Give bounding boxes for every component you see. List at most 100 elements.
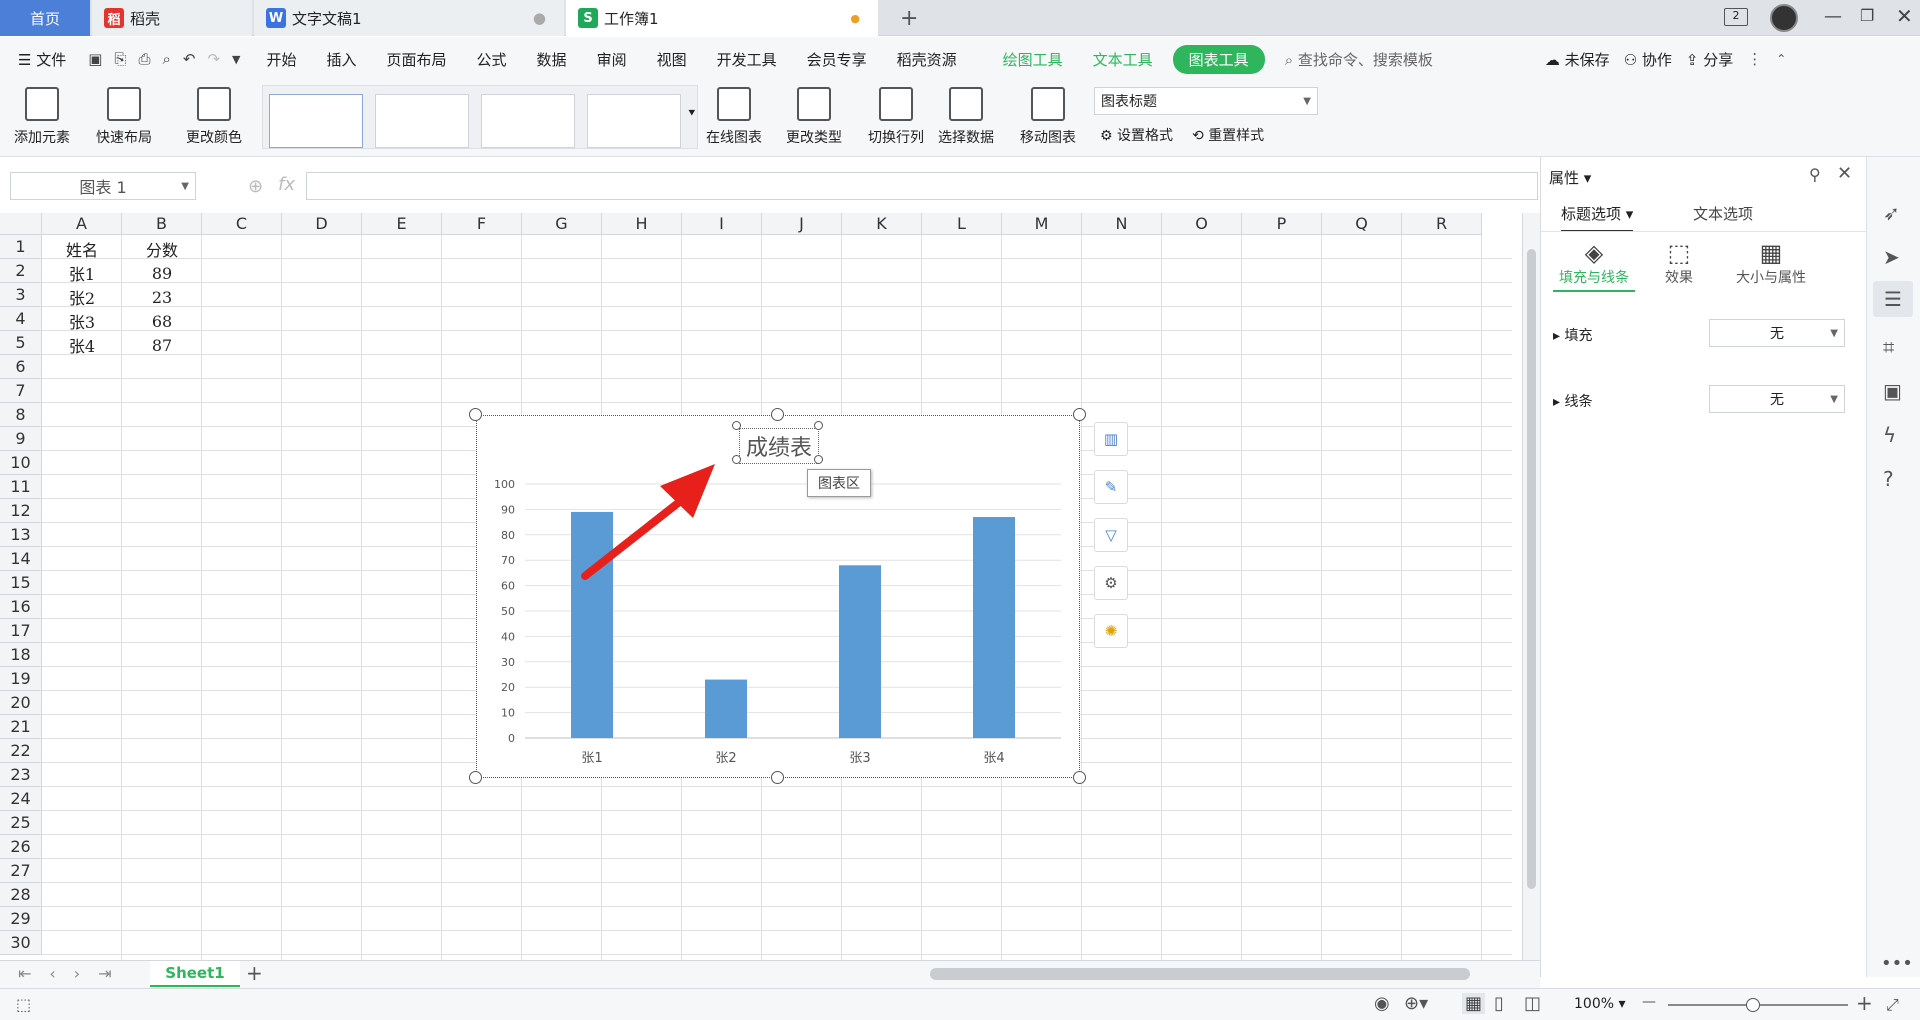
crop-icon[interactable]: ⌗ (1883, 335, 1894, 359)
eye-protect-icon[interactable]: ◉ (1374, 993, 1390, 1014)
cursor-icon[interactable]: ➤ (1883, 245, 1900, 269)
cell-b4[interactable]: 68 (122, 309, 202, 333)
row-header-16[interactable]: 16 (0, 595, 42, 619)
tab-title-options[interactable]: 标题选项 ▾ (1561, 203, 1634, 232)
panel-title[interactable]: 属性 ▾ (1549, 167, 1591, 188)
rocket-icon[interactable]: ➶ (1883, 201, 1900, 225)
row-header-27[interactable]: 27 (0, 859, 42, 883)
macro-icon[interactable]: ⬚ (16, 995, 31, 1014)
avatar[interactable] (1770, 4, 1798, 32)
cell-a4[interactable]: 张3 (42, 309, 122, 333)
cell-b2[interactable]: 89 (122, 261, 202, 285)
size-props-tab[interactable]: ▦ 大小与属性 (1721, 239, 1821, 287)
row-header-20[interactable]: 20 (0, 691, 42, 715)
formula-input[interactable] (306, 172, 1538, 200)
properties-sliders-icon[interactable]: ☰ (1873, 281, 1913, 317)
chart-handle-bm[interactable] (771, 771, 784, 784)
fx-icon[interactable]: fx (278, 174, 295, 195)
menu-page-layout[interactable]: 页面布局 (387, 49, 447, 70)
row-header-28[interactable]: 28 (0, 883, 42, 907)
row-header-22[interactable]: 22 (0, 739, 42, 763)
column-header-l[interactable]: L (922, 213, 1002, 235)
row-header-9[interactable]: 9 (0, 427, 42, 451)
zoom-level[interactable]: 100% ▾ (1574, 996, 1626, 1012)
column-header-r[interactable]: R (1402, 213, 1482, 235)
cell-b5[interactable]: 87 (122, 333, 202, 357)
row-header-13[interactable]: 13 (0, 523, 42, 547)
select-data-button[interactable]: 选择数据 (938, 87, 994, 147)
menu-text-tools[interactable]: 文本工具 (1093, 49, 1153, 70)
export-icon[interactable]: ⎘ (114, 50, 126, 68)
row-header-2[interactable]: 2 (0, 259, 42, 283)
row-header-24[interactable]: 24 (0, 787, 42, 811)
menu-data[interactable]: 数据 (537, 49, 567, 70)
sheet-nav-icons[interactable]: ⇤‹›⇥ (18, 964, 130, 983)
row-header-25[interactable]: 25 (0, 811, 42, 835)
row-header-30[interactable]: 30 (0, 931, 42, 955)
column-header-i[interactable]: I (682, 213, 762, 235)
column-header-g[interactable]: G (522, 213, 602, 235)
collapse-ribbon-icon[interactable]: ⌃ (1776, 52, 1786, 66)
sheet-tab-sheet1[interactable]: Sheet1 (150, 961, 240, 987)
chart-style-1[interactable] (269, 94, 363, 148)
tab-close-icon[interactable]: ● (533, 9, 546, 27)
menu-member[interactable]: 会员专享 (807, 49, 867, 70)
chart-handle-br[interactable] (1073, 771, 1086, 784)
more-dots-icon[interactable]: ••• (1881, 953, 1913, 974)
preview-icon[interactable]: ⌕ (162, 50, 170, 68)
vertical-scroll-thumb[interactable] (1527, 249, 1536, 889)
row-header-10[interactable]: 10 (0, 451, 42, 475)
line-select[interactable]: 无 ▼ (1709, 385, 1845, 413)
column-header-a[interactable]: A (42, 213, 122, 235)
row-header-7[interactable]: 7 (0, 379, 42, 403)
chart-settings-gear-icon[interactable]: ⚙ (1094, 566, 1128, 600)
collab-button[interactable]: ⚇ 协作 (1624, 49, 1672, 70)
menu-daoke-resources[interactable]: 稻壳资源 (897, 49, 957, 70)
gallery-expand-icon[interactable]: ⯆ (687, 106, 697, 121)
row-header-15[interactable]: 15 (0, 571, 42, 595)
restore-icon[interactable]: ❐ (1860, 6, 1874, 25)
column-header-c[interactable]: C (202, 213, 282, 235)
cell-a2[interactable]: 张1 (42, 261, 122, 285)
help-icon[interactable]: ? (1883, 467, 1894, 491)
chart-elements-icon[interactable]: ▥ (1094, 422, 1128, 456)
chart-style-4[interactable] (587, 94, 681, 148)
tab-daoke[interactable]: 稻稻壳 (92, 0, 252, 36)
save-icon[interactable]: ▣ (88, 50, 102, 68)
zoom-in-button[interactable]: + (1856, 991, 1873, 1015)
pin-icon[interactable]: ⚲ (1809, 165, 1821, 184)
column-header-k[interactable]: K (842, 213, 922, 235)
menu-developer[interactable]: 开发工具 (717, 49, 777, 70)
row-header-29[interactable]: 29 (0, 907, 42, 931)
chart-area[interactable]: 0 10 20 30 40 50 60 70 80 90 100 张1 张2 张3 张4 成绩表 图表区 (476, 415, 1080, 778)
column-header-h[interactable]: H (602, 213, 682, 235)
page-break-view-icon[interactable]: ◫ (1524, 993, 1541, 1014)
cell-a1[interactable]: 姓名 (42, 237, 122, 261)
fill-line-tab[interactable]: ◈ 填充与线条 (1553, 239, 1635, 292)
column-header-b[interactable]: B (122, 213, 202, 235)
row-header-8[interactable]: 8 (0, 403, 42, 427)
undo-icon[interactable]: ↶ (183, 50, 196, 68)
zoom-slider-thumb[interactable] (1746, 998, 1760, 1012)
column-header-o[interactable]: O (1162, 213, 1242, 235)
select-all-corner[interactable] (0, 213, 42, 235)
fullscreen-icon[interactable]: ⤢ (1886, 995, 1899, 1015)
menu-insert[interactable]: 插入 (327, 49, 357, 70)
row-header-23[interactable]: 23 (0, 763, 42, 787)
tab-book[interactable]: S 工作簿1 ● (566, 0, 878, 36)
chart-handle-bl[interactable] (469, 771, 482, 784)
horizontal-scroll-thumb[interactable] (930, 968, 1470, 980)
row-header-4[interactable]: 4 (0, 307, 42, 331)
quick-layout-button[interactable]: 快速布局 (96, 87, 152, 147)
chart-style-brush-icon[interactable]: ✎ (1094, 470, 1128, 504)
column-header-p[interactable]: P (1242, 213, 1322, 235)
window-count-icon[interactable]: 2 (1724, 8, 1748, 26)
column-header-f[interactable]: F (442, 213, 522, 235)
cell-b3[interactable]: 23 (122, 285, 202, 309)
name-box[interactable]: 图表 1 ▼ (10, 172, 196, 200)
row-header-21[interactable]: 21 (0, 715, 42, 739)
zoom-out-button[interactable]: — (1642, 994, 1656, 1010)
menu-draw-tools[interactable]: 绘图工具 (1003, 49, 1063, 70)
row-header-26[interactable]: 26 (0, 835, 42, 859)
file-menu[interactable]: ☰ 文件 (18, 49, 66, 70)
